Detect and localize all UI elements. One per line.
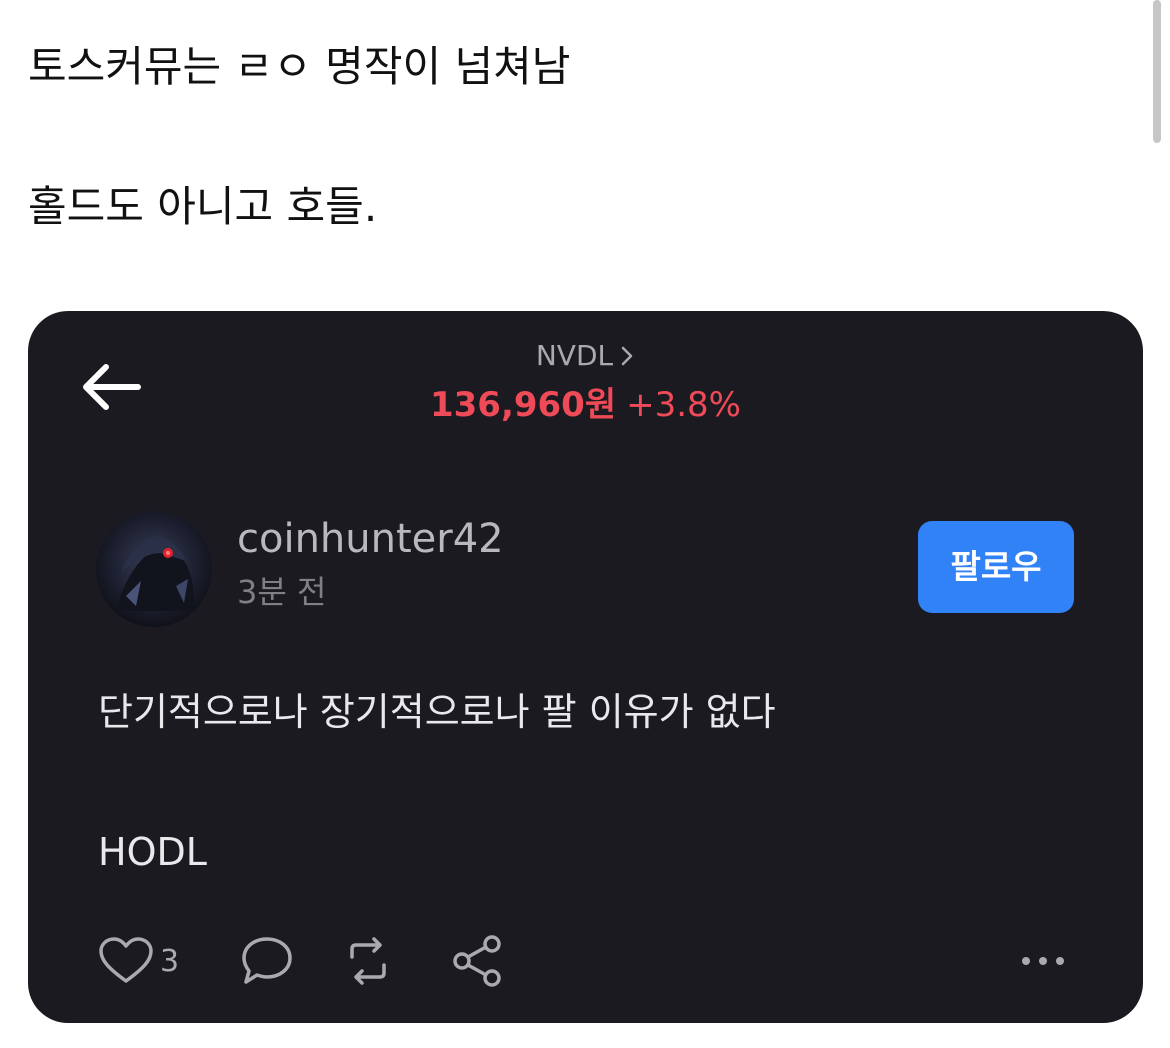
post-time: 3분 전 [237, 573, 327, 611]
ticker-symbol: NVDL [535, 339, 614, 372]
post-text-line-1: 단기적으로나 장기적으로나 팔 이유가 없다 [98, 690, 776, 734]
like-count: 3 [160, 943, 180, 979]
heart-icon [99, 937, 153, 983]
follow-button[interactable]: 팔로우 [918, 521, 1074, 613]
chevron-right-icon [621, 346, 633, 366]
post-screenshot-card: NVDL 136,960원 +3.8% coinhunter42 3분 전 팔로… [28, 311, 1143, 1023]
comment-bubble-icon [242, 937, 292, 984]
post-actions: 3 [98, 931, 1078, 991]
username[interactable]: coinhunter42 [237, 515, 504, 563]
scrollbar[interactable] [1153, 0, 1161, 143]
avatar-image [96, 511, 212, 627]
price-line: 136,960원 +3.8% [28, 385, 1143, 425]
repost-button[interactable] [338, 931, 398, 991]
avatar[interactable] [96, 511, 212, 627]
more-dots-icon [1022, 957, 1064, 965]
comment-button[interactable] [240, 931, 294, 991]
price-change: +3.8% [626, 385, 741, 425]
like-button[interactable]: 3 [98, 931, 179, 991]
post-text-line-2: HODL [98, 830, 207, 874]
ticker-link[interactable]: NVDL [536, 339, 635, 373]
stock-price: 136,960원 [429, 385, 617, 425]
more-options-button[interactable] [1018, 931, 1068, 991]
share-button[interactable] [450, 931, 506, 991]
ticker-header: NVDL [28, 339, 1143, 373]
repost-icon [350, 937, 386, 985]
caption-line-1: 토스커뮤는 ㄹㅇ 명작이 넘쳐남 [28, 42, 571, 91]
caption-line-2: 홀드도 아니고 호들. [28, 182, 378, 231]
share-icon [453, 935, 501, 987]
